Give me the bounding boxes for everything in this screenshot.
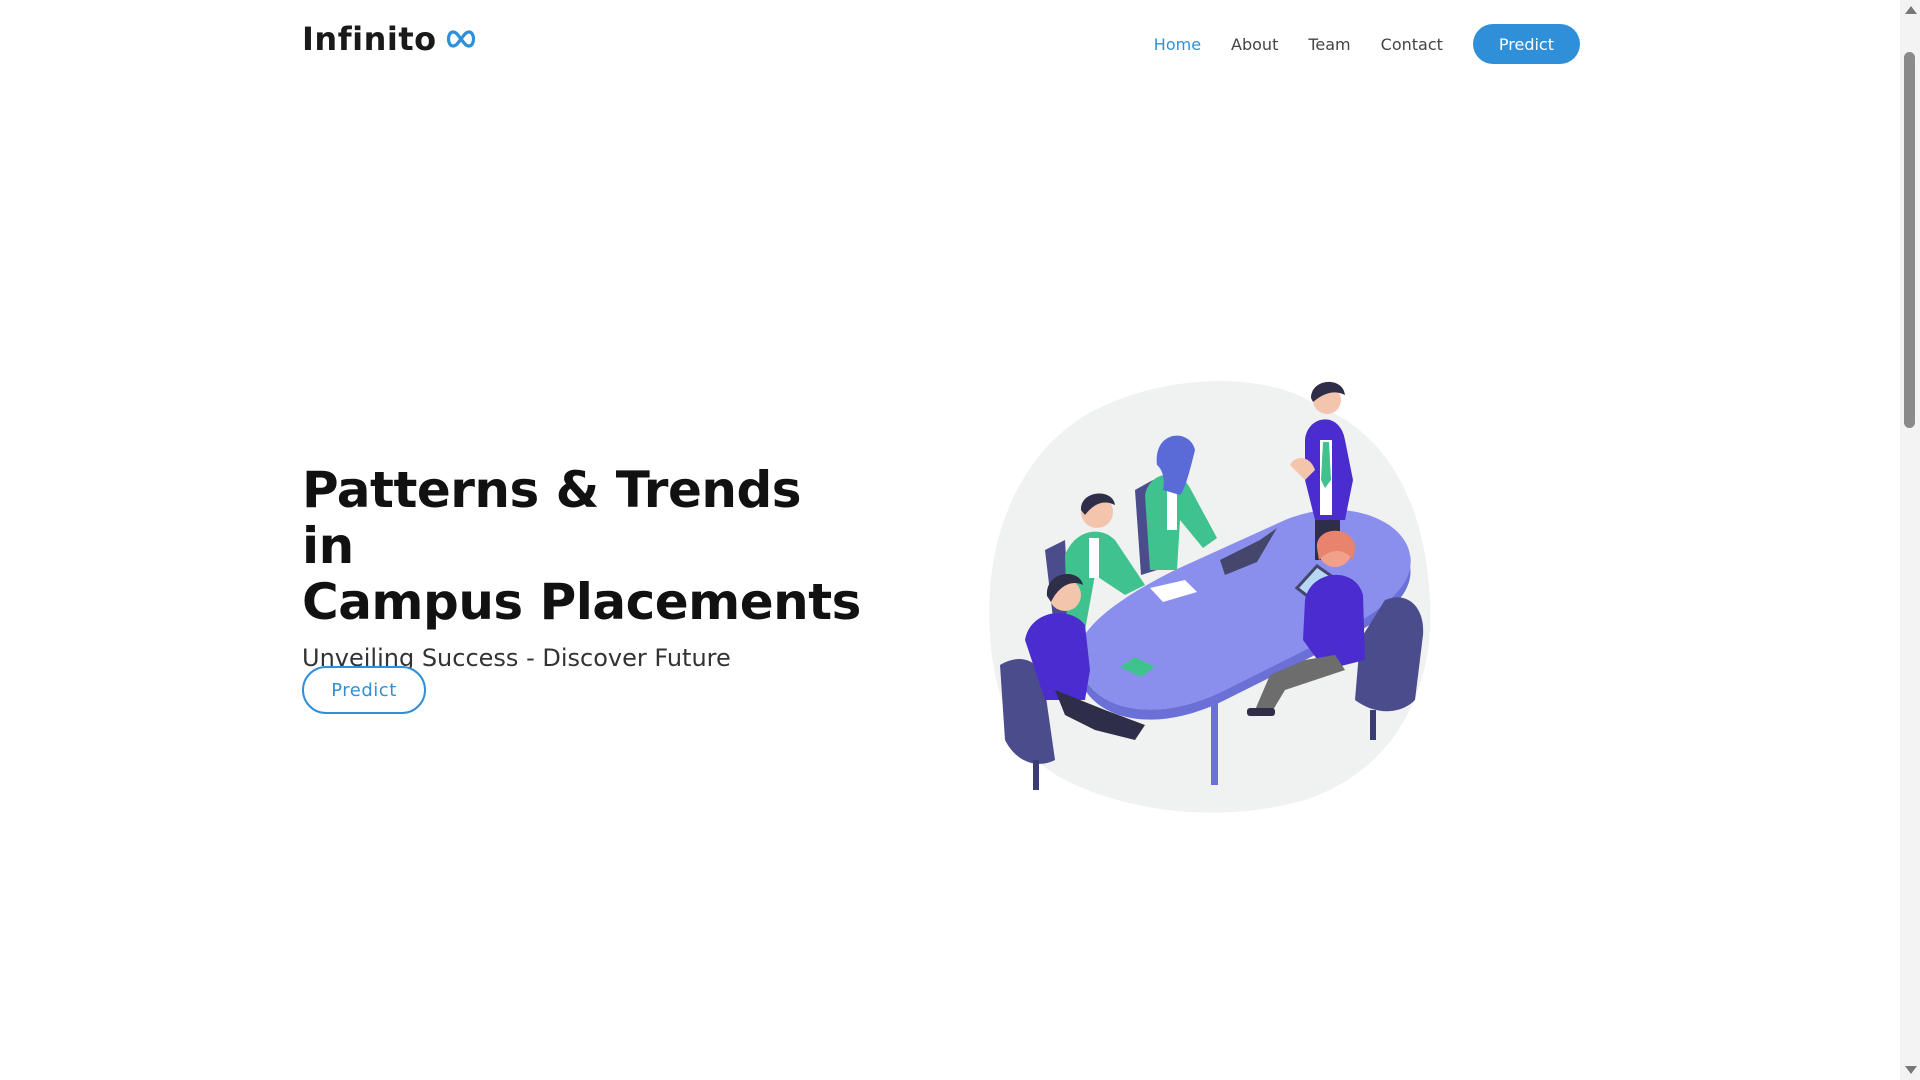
main-nav: Home About Team Contact Predict (1154, 24, 1580, 64)
hero-title: Patterns & Trends in Campus Placements (302, 462, 862, 630)
hero-title-line2: Campus Placements (302, 573, 861, 631)
site-header: Infinito Home About Team Contact Predict (0, 0, 1900, 86)
hero-section: Patterns & Trends in Campus Placements U… (302, 462, 862, 714)
team-meeting-illustration (989, 381, 1431, 813)
nav-home-link[interactable]: Home (1154, 35, 1201, 54)
hero-predict-button[interactable]: Predict (302, 666, 426, 714)
brand-name: Infinito (302, 20, 437, 58)
scrollbar-thumb[interactable] (1904, 52, 1915, 428)
scroll-up-arrow-icon[interactable] (1905, 6, 1917, 14)
nav-about-link[interactable]: About (1231, 35, 1278, 54)
infinity-icon (446, 30, 475, 48)
nav-team-link[interactable]: Team (1308, 35, 1350, 54)
hero-title-line1: Patterns & Trends in (302, 461, 802, 575)
scroll-down-arrow-icon[interactable] (1905, 1066, 1917, 1074)
vertical-scrollbar[interactable] (1900, 0, 1920, 1080)
nav-contact-link[interactable]: Contact (1381, 35, 1443, 54)
nav-predict-button[interactable]: Predict (1472, 24, 1580, 64)
brand-logo[interactable]: Infinito (302, 20, 477, 58)
